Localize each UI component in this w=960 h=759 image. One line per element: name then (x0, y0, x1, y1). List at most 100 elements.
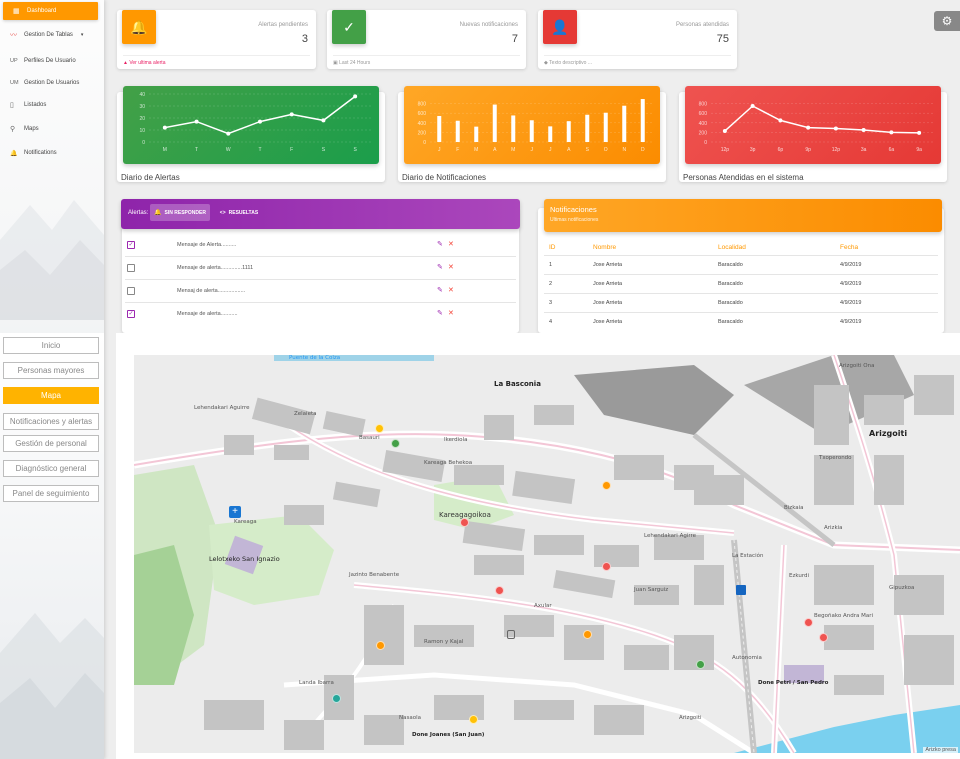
map-label: La Estación (732, 553, 764, 559)
sidebar-item-label: Gestion De Usuarios (24, 80, 80, 86)
x-tick-label: S (322, 147, 326, 153)
x-tick-label: 6p (778, 147, 784, 153)
delete-icon[interactable]: ✕ (448, 263, 454, 271)
map-marker[interactable] (375, 424, 384, 433)
chart-header: 0 200 400 600 800 J F M A M J J A S O N D (404, 86, 660, 164)
x-tick-label: T (258, 147, 261, 153)
map-pin-icon: ⚲ (10, 126, 16, 133)
x-tick-label: A (567, 147, 571, 153)
sidebar-item-perfiles[interactable]: UP Perfiles De Usuario (0, 52, 100, 70)
alerts-card: Alertas: 🔔 SIN RESPONDER <> RESUELTAS ✓ Me… (121, 199, 520, 333)
menu-personas-mayores-button[interactable]: Personas mayores (3, 362, 99, 379)
map-label: Ezkurdi (789, 573, 810, 579)
x-tick-label: 6a (889, 147, 895, 153)
map-label: Arizgoiti (869, 429, 908, 438)
menu-gestion-personal-button[interactable]: Gestión de personal (3, 435, 99, 452)
map-marker[interactable] (804, 618, 813, 627)
menu-diagnostico-button[interactable]: Diagnóstico general (3, 460, 99, 477)
delete-icon[interactable]: ✕ (448, 240, 454, 248)
menu-panel-seguimiento-button[interactable]: Panel de seguimiento (3, 485, 99, 502)
edit-icon[interactable]: ✎ (437, 309, 443, 317)
row-checkbox[interactable] (127, 264, 135, 272)
bar-chart: 0 200 400 600 800 J F M A M J J A S O N D (418, 99, 652, 153)
sidebar-item-gestion-tablas[interactable]: 〰 Gestion De Tablas ▾ (0, 26, 100, 44)
calendar-icon: ▣ (333, 60, 338, 66)
line-chart: 0 200 400 600 800 12p 3p 6p 9p 12p 3a 6a 9a (699, 102, 933, 153)
row-checkbox[interactable]: ✓ (127, 310, 135, 318)
data-point (321, 118, 326, 123)
data-point (861, 128, 866, 132)
table-row: Mensaj de alerta.................. ✎ ✕ (125, 280, 516, 303)
delete-icon[interactable]: ✕ (448, 309, 454, 317)
line-chart: 0 10 20 30 40 M T W T F S S (139, 92, 371, 153)
map-marker[interactable] (376, 641, 385, 650)
data-point (750, 104, 755, 108)
chart-title: Diario de Alertas (121, 173, 180, 182)
map-label: Zelaieta (294, 411, 317, 417)
data-point (889, 130, 894, 135)
table-row: Mensaje de alerta..............1111 ✎ ✕ (125, 257, 516, 280)
bar (529, 120, 534, 142)
x-tick-label: 12p (832, 147, 841, 153)
edit-icon[interactable]: ✎ (437, 240, 443, 248)
map-label: Gipuzkoa (889, 585, 915, 591)
alert-message: Mensaj de alerta.................. (177, 288, 246, 294)
data-point (806, 125, 811, 130)
x-tick-label: F (456, 147, 459, 153)
edit-icon[interactable]: ✎ (437, 286, 443, 294)
chevron-down-icon: ▾ (80, 32, 84, 38)
notifications-subtitle: Ultimas notificaciones (550, 217, 599, 223)
tab-resueltas[interactable]: <> RESUELTAS (214, 204, 264, 221)
row-checkbox[interactable] (127, 287, 135, 295)
settings-gear-icon[interactable]: ⚙ (934, 11, 960, 31)
hospital-icon: + (229, 506, 241, 518)
map-marker[interactable] (602, 562, 611, 571)
x-tick-label: S (353, 147, 357, 153)
bar (455, 120, 460, 142)
map-marker[interactable] (583, 630, 592, 639)
mountain-background (0, 200, 104, 320)
sidebar-item-usuarios[interactable]: UM Gestion De Usuarios (0, 74, 100, 92)
x-tick-label: A (493, 147, 497, 153)
notifications-card: Notificaciones Ultimas notificaciones ID… (538, 199, 944, 333)
stat-value: 75 (716, 33, 729, 45)
map-marker[interactable] (495, 586, 504, 595)
stat-footer[interactable]: ▲ Ver ultima alerta (123, 60, 165, 66)
stat-category: Nuevas notificaciones (459, 22, 518, 28)
menu-inicio-button[interactable]: Inicio (3, 337, 99, 354)
map-marker[interactable] (819, 633, 828, 642)
sidebar-item-notifications[interactable]: 🔔 Notifications (0, 144, 100, 162)
tab-sin-responder[interactable]: 🔔 SIN RESPONDER (150, 204, 210, 221)
map-label: Kareaga (234, 519, 257, 525)
stat-category: Alertas pendientes (258, 22, 308, 28)
sidebar-item-maps[interactable]: ⚲ Maps (0, 120, 100, 138)
x-tick-label: T (195, 147, 198, 153)
map-marker[interactable] (696, 660, 705, 669)
map-marker[interactable] (469, 715, 478, 724)
map-label: Ramon y Kajal (424, 639, 464, 645)
sidebar-item-dashboard[interactable]: ▦ Dashboard (3, 2, 98, 20)
divider (544, 55, 731, 56)
map-marker[interactable] (602, 481, 611, 490)
row-checkbox[interactable]: ✓ (127, 241, 135, 249)
data-point (289, 112, 294, 117)
delete-icon[interactable]: ✕ (448, 286, 454, 294)
map-marker[interactable] (332, 694, 341, 703)
menu-notificaciones-button[interactable]: Notificaciones y alertas (3, 413, 99, 430)
street-map[interactable]: La Basconia Puente de la Colza Arizgoiti… (134, 355, 960, 753)
edit-icon[interactable]: ✎ (437, 263, 443, 271)
map-marker[interactable] (391, 439, 400, 448)
map-label: Arizkia (824, 525, 843, 531)
x-tick-label: 12p (721, 147, 730, 153)
x-tick-label: J (438, 147, 441, 153)
menu-mapa-button[interactable]: Mapa (3, 387, 99, 404)
stat-category: Personas atendidas (675, 22, 729, 28)
y-tick-label: 600 (699, 111, 708, 117)
mountain-background (0, 613, 104, 759)
x-tick-label: M (163, 147, 167, 153)
sidebar-item-listados[interactable]: ▯ Listados (0, 96, 100, 114)
y-tick-label: 800 (699, 102, 708, 108)
um-abbr: UM (10, 80, 19, 86)
y-tick-label: 0 (704, 140, 707, 146)
map-marker[interactable] (460, 518, 469, 527)
